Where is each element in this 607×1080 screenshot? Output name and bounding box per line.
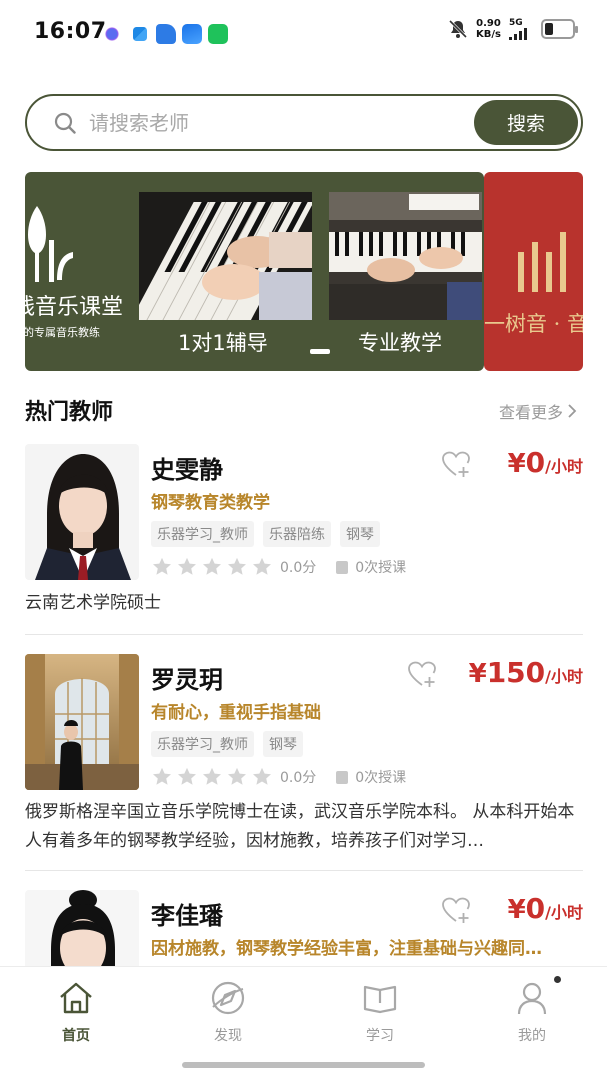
see-more-link[interactable]: 查看更多 [499, 399, 577, 423]
favorite-heart-icon[interactable] [441, 896, 471, 924]
app-notification-icon [156, 24, 176, 44]
search-bar[interactable]: 搜索 [25, 94, 583, 151]
star-icon [253, 557, 271, 575]
discover-icon [211, 981, 245, 1015]
teacher-tag: 乐器学习_教师 [151, 731, 254, 757]
nav-item-profile[interactable]: 我的 [492, 979, 572, 1045]
status-bar: 16:07 0.90 KB/s 5G [0, 0, 607, 66]
teacher-tag: 钢琴 [263, 731, 303, 757]
nav-item-discover[interactable]: 发现 [188, 979, 268, 1045]
signal-indicator: 5G [509, 17, 533, 40]
favorite-heart-icon[interactable] [441, 450, 471, 478]
teacher-avatar [25, 654, 139, 790]
banner-brand: 线音乐课堂 [25, 295, 124, 320]
section-title: 热门教师 [25, 400, 114, 425]
signal-icon [509, 27, 527, 40]
teacher-card[interactable]: 李佳璠 ¥0/小时 因材施教，钢琴教学经验丰富，注重基础与兴趣同… [25, 890, 583, 966]
teacher-avatar [25, 444, 139, 580]
teacher-description: 俄罗斯格涅辛国立音乐学院博士在读，武汉音乐学院本科。 从本科开始本人有着多年的钢… [25, 802, 575, 851]
nav-item-home[interactable]: 首页 [36, 979, 116, 1045]
phone-notification-icon [208, 24, 228, 44]
teacher-card[interactable]: 史雯静 ¥0/小时 钢琴教育类教学 乐器学习_教师 乐器陪练 钢琴 0.0分 0… [25, 444, 583, 624]
star-icon [203, 767, 221, 785]
rating-row: 0.0分 0次授课 [151, 556, 406, 578]
lesson-icon [336, 560, 349, 574]
nav-item-study[interactable]: 学习 [340, 979, 420, 1045]
banner-caption: 专业教学 [358, 331, 442, 355]
teacher-score: 0.0分 [280, 770, 317, 786]
teacher-slogan: 钢琴教育类教学 [151, 493, 270, 513]
search-input[interactable] [89, 106, 469, 140]
teacher-lessons: 0次授课 [355, 560, 407, 576]
nav-label: 首页 [62, 1028, 90, 1044]
lesson-icon [336, 770, 349, 784]
teacher-avatar [25, 890, 139, 966]
star-icon [253, 767, 271, 785]
notification-dot [554, 976, 561, 983]
see-more-label: 查看更多 [498, 403, 563, 422]
teacher-slogan: 因材施教，钢琴教学经验丰富，注重基础与兴趣同… [151, 939, 542, 959]
divider [25, 634, 583, 635]
nav-label: 发现 [214, 1028, 242, 1044]
network-type: 5G [509, 17, 523, 28]
piano-lesson-photo [139, 192, 312, 320]
star-icon [178, 767, 196, 785]
app-notification-icon [104, 24, 124, 44]
net-speed: 0.90 KB/s [476, 18, 501, 40]
battery-icon [541, 19, 578, 39]
teacher-tag: 乐器学习_教师 [151, 521, 254, 547]
search-icon [54, 112, 76, 134]
tree-logo-icon [28, 206, 73, 282]
star-icon [203, 557, 221, 575]
system-status: 0.90 KB/s 5G [448, 17, 578, 40]
teacher-name: 李佳璠 [151, 902, 223, 930]
banner-next-text: 一树音 · 音 [484, 312, 583, 336]
nav-label: 我的 [518, 1028, 546, 1044]
piano-teaching-photo [329, 192, 482, 320]
book-icon [363, 985, 397, 1014]
star-icon [153, 767, 171, 785]
rating-row: 0.0分 0次授课 [151, 766, 406, 788]
divider [25, 870, 583, 871]
teacher-tags: 乐器学习_教师 乐器陪练 钢琴 [151, 521, 380, 547]
banner-slide[interactable]: 线音乐课堂 的专属音乐教练 [25, 172, 484, 371]
teacher-price: ¥0/小时 [507, 892, 583, 925]
star-icon [178, 557, 196, 575]
star-icon [228, 767, 246, 785]
search-button[interactable]: 搜索 [474, 100, 578, 145]
mute-bell-icon [448, 19, 468, 39]
brand-bars-icon [518, 232, 566, 292]
teacher-price: ¥0/小时 [507, 446, 583, 479]
nav-label: 学习 [366, 1028, 394, 1044]
teacher-name: 罗灵玥 [151, 666, 223, 694]
home-icon [60, 982, 92, 1014]
teacher-tags: 乐器学习_教师 钢琴 [151, 731, 303, 757]
teacher-name: 史雯静 [151, 456, 223, 484]
banner-next-slide[interactable]: 一树音 · 音 [484, 172, 583, 371]
teacher-card[interactable]: 罗灵玥 ¥150/小时 有耐心，重视手指基础 乐器学习_教师 钢琴 0.0分 0… [25, 654, 583, 859]
star-icon [153, 557, 171, 575]
teacher-tag: 钢琴 [340, 521, 380, 547]
app-notification-icon [133, 27, 147, 41]
profile-icon [517, 982, 547, 1015]
banner-subtitle: 的专属音乐教练 [25, 326, 100, 339]
teacher-price: ¥150/小时 [468, 656, 583, 689]
teacher-description: 云南艺术学院硕士 [25, 593, 161, 613]
teacher-score: 0.0分 [280, 560, 317, 576]
chevron-right-icon [568, 404, 577, 418]
favorite-heart-icon[interactable] [407, 660, 437, 688]
carousel-indicator [310, 349, 330, 354]
teacher-lessons: 0次授课 [355, 770, 407, 786]
teacher-slogan: 有耐心，重视手指基础 [151, 703, 321, 723]
banner-caption: 1对1辅导 [178, 331, 268, 355]
home-indicator[interactable] [182, 1062, 425, 1068]
notification-icons [104, 24, 228, 44]
status-time: 16:07 [34, 19, 107, 44]
app-notification-icon [182, 24, 202, 44]
star-icon [228, 557, 246, 575]
teacher-tag: 乐器陪练 [263, 521, 331, 547]
